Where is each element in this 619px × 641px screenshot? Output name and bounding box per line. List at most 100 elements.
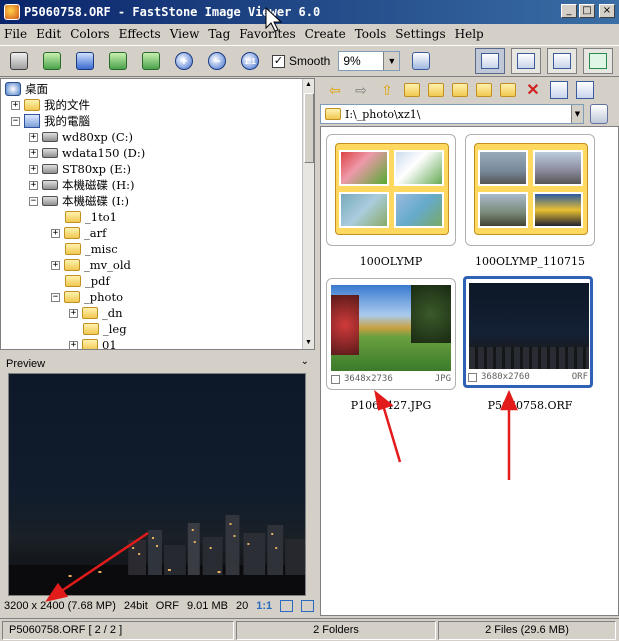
- menu-favorites[interactable]: Favorites: [239, 27, 295, 41]
- expand-icon[interactable]: +: [29, 148, 38, 158]
- actual-size-button[interactable]: 1:1: [237, 48, 263, 74]
- path-input[interactable]: I:\_photo\xz1\ ▼: [320, 104, 584, 124]
- menu-edit[interactable]: Edit: [36, 27, 61, 41]
- menu-file[interactable]: File: [4, 27, 27, 41]
- expand-icon[interactable]: +: [51, 228, 60, 238]
- delete-icon[interactable]: ✕: [524, 81, 542, 99]
- expand-icon[interactable]: +: [69, 308, 78, 318]
- tree-item-drive-d[interactable]: + wdata150 (D:): [29, 145, 145, 161]
- favorite-folder-icon[interactable]: [428, 83, 444, 97]
- menu-tools[interactable]: Tools: [355, 27, 387, 41]
- menu-tag[interactable]: Tag: [208, 27, 230, 41]
- forward-icon[interactable]: ⇨: [352, 81, 370, 99]
- tree-item-desktop[interactable]: 桌面: [5, 81, 48, 97]
- tree-label: wd80xp (C:): [62, 130, 133, 144]
- menu-create[interactable]: Create: [305, 27, 346, 41]
- tree-scrollbar[interactable]: ▲ ▼: [302, 79, 314, 349]
- tree-item-drive-i[interactable]: − 本機磁碟 (I:): [29, 193, 129, 209]
- close-button[interactable]: ×: [599, 4, 615, 18]
- folder-icon: [64, 227, 80, 239]
- image-thumbnail-selected[interactable]: 3680x2760 ORF: [463, 276, 593, 388]
- tree-item-folder[interactable]: _pdf: [65, 273, 110, 289]
- folder-icon: [24, 99, 40, 111]
- fullscreen-button[interactable]: [583, 48, 613, 74]
- zoom-out-icon: −: [208, 52, 226, 70]
- refresh-folder-icon[interactable]: [404, 83, 420, 97]
- image-thumbnail[interactable]: 3648x2736 JPG: [326, 278, 456, 390]
- preview-view-button[interactable]: [511, 48, 541, 74]
- scroll-down-icon[interactable]: ▼: [303, 337, 314, 349]
- tree-item-folder[interactable]: + _mv_old: [51, 257, 131, 273]
- maximize-button[interactable]: □: [579, 4, 595, 18]
- fullscreen-icon[interactable]: [301, 600, 314, 612]
- tree-item-folder[interactable]: _leg: [83, 321, 127, 337]
- chevron-down-icon[interactable]: ▼: [571, 105, 583, 123]
- zoom-select[interactable]: 9% ▼: [338, 51, 401, 71]
- tree-item-drive-h[interactable]: + 本機磁碟 (H:): [29, 177, 135, 193]
- select-checkbox[interactable]: [468, 372, 477, 382]
- collapse-icon[interactable]: −: [11, 116, 20, 126]
- tree-item-folder[interactable]: +01: [69, 337, 117, 349]
- back-icon[interactable]: ⇦: [326, 81, 344, 99]
- tree-label: 我的文件: [44, 98, 90, 112]
- expand-icon[interactable]: +: [11, 100, 20, 110]
- slideshow-button[interactable]: [408, 48, 434, 74]
- folder-thumbnail[interactable]: [465, 134, 595, 246]
- next-button[interactable]: [138, 48, 164, 74]
- thumbnail-grid[interactable]: 100OLYMP 100OLYMP_110715 3648x2736 JPG P…: [320, 126, 619, 616]
- folder-tree[interactable]: 桌面 + 我的文件 − 我的電腦 + wd80xp (C:) + wdata150 (D…: [0, 78, 315, 350]
- menu-settings[interactable]: Settings: [395, 27, 445, 41]
- menu-help[interactable]: Help: [455, 27, 484, 41]
- chevron-down-icon[interactable]: ▼: [383, 52, 400, 70]
- expand-icon[interactable]: +: [29, 132, 38, 142]
- up-folder-icon[interactable]: ⇧: [378, 81, 396, 99]
- acquire-camera-button[interactable]: [6, 48, 32, 74]
- collapse-icon[interactable]: −: [51, 292, 60, 302]
- smooth-toggle[interactable]: ✓ Smooth: [272, 54, 330, 68]
- tree-item-folder[interactable]: + _arf: [51, 225, 106, 241]
- smooth-checkbox[interactable]: ✓: [272, 54, 285, 68]
- tree-item-folder[interactable]: _1to1: [65, 209, 117, 225]
- expand-icon[interactable]: +: [29, 180, 38, 190]
- minimize-button[interactable]: _: [561, 4, 577, 18]
- new-folder-icon[interactable]: [452, 83, 468, 97]
- details-view-icon[interactable]: [576, 81, 594, 99]
- previous-button[interactable]: [105, 48, 131, 74]
- save-button[interactable]: [72, 48, 98, 74]
- folder-thumbnail[interactable]: [326, 134, 456, 246]
- browser-view-button[interactable]: [475, 48, 505, 74]
- tree-item-my-computer[interactable]: − 我的電腦: [11, 113, 90, 129]
- scroll-thumb[interactable]: [304, 93, 314, 163]
- expand-icon[interactable]: +: [29, 164, 38, 174]
- zoom-in-button[interactable]: +: [171, 48, 197, 74]
- thumbnail-size-icon[interactable]: [550, 81, 568, 99]
- mini-photo: [478, 192, 528, 228]
- folder-icon: [65, 243, 81, 255]
- fit-icon[interactable]: [280, 600, 294, 612]
- move-to-icon[interactable]: [500, 83, 516, 97]
- tree-item-photo[interactable]: − _photo: [51, 289, 123, 305]
- menu-effects[interactable]: Effects: [119, 27, 161, 41]
- open-icon: [43, 52, 61, 70]
- recycle-bin-icon[interactable]: [590, 104, 608, 124]
- tree-item-folder[interactable]: _misc: [65, 241, 118, 257]
- copy-to-icon[interactable]: [476, 83, 492, 97]
- image-view-button[interactable]: [547, 48, 577, 74]
- tree-item-folder[interactable]: + _dn: [69, 305, 123, 321]
- actual-size-link[interactable]: 1:1: [256, 600, 272, 612]
- expand-icon[interactable]: +: [51, 260, 60, 270]
- menu-colors[interactable]: Colors: [70, 27, 109, 41]
- chevron-double-down-icon[interactable]: ⌄: [301, 356, 309, 367]
- tree-item-my-documents[interactable]: + 我的文件: [11, 97, 90, 113]
- tree-item-drive-e[interactable]: + ST80xp (E:): [29, 161, 131, 177]
- open-button[interactable]: [39, 48, 65, 74]
- arrow-left-icon: [109, 52, 127, 70]
- expand-icon[interactable]: +: [69, 340, 78, 349]
- menu-view[interactable]: View: [170, 27, 200, 41]
- zoom-out-button[interactable]: −: [204, 48, 230, 74]
- title-bar: P5060758.ORF - FastStone Image Viewer 6.…: [0, 0, 619, 24]
- tree-item-drive-c[interactable]: + wd80xp (C:): [29, 129, 133, 145]
- scroll-up-icon[interactable]: ▲: [303, 79, 314, 91]
- collapse-icon[interactable]: −: [29, 196, 38, 206]
- select-checkbox[interactable]: [331, 374, 340, 384]
